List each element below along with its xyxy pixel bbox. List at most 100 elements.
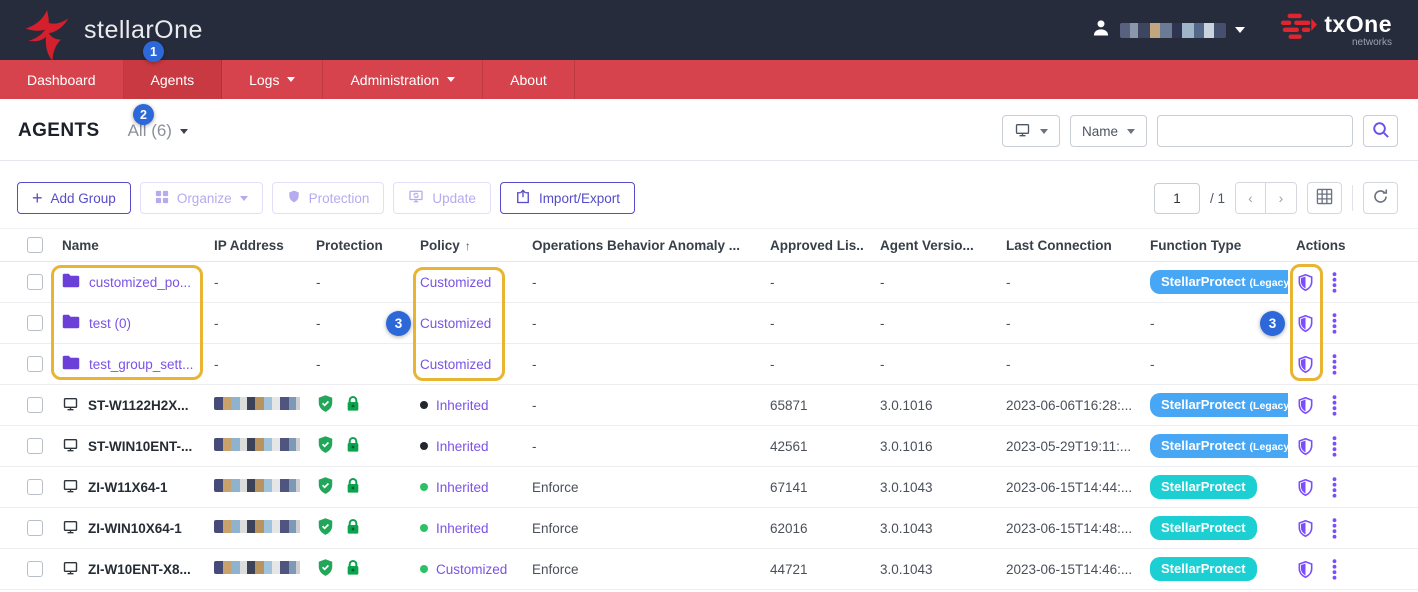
chevron-down-icon (180, 129, 188, 134)
agent-version-value: - (864, 316, 990, 331)
search-button[interactable] (1363, 115, 1398, 147)
chevron-down-icon (240, 196, 248, 201)
search-input[interactable] (1157, 115, 1353, 147)
shield-check-icon (316, 517, 335, 539)
user-account-menu[interactable] (1091, 18, 1245, 43)
page-title: AGENTS (18, 120, 100, 142)
select-all-checkbox[interactable] (27, 237, 43, 253)
protection-shield-action-icon[interactable] (1296, 560, 1315, 579)
more-options-menu-icon[interactable] (1332, 559, 1337, 580)
more-options-menu-icon[interactable] (1332, 313, 1337, 334)
agent-version-value: 3.0.1043 (864, 562, 990, 577)
protection-shield-action-icon[interactable] (1296, 314, 1315, 333)
protection-button[interactable]: Protection (272, 182, 385, 214)
policy-link[interactable]: Inherited (436, 521, 489, 536)
monitor-icon (1014, 122, 1031, 141)
agent-name-link[interactable]: test (0) (89, 316, 131, 331)
row-checkbox[interactable] (27, 479, 43, 495)
column-header-ip[interactable]: IP Address (198, 238, 300, 253)
monitor-icon (62, 396, 79, 415)
column-header-agent-version[interactable]: Agent Versio... (864, 238, 990, 253)
approved-list-value: - (754, 316, 864, 331)
lock-icon (345, 518, 361, 539)
update-button[interactable]: Update (393, 182, 491, 214)
function-type-badge: StellarProtect (1150, 557, 1257, 581)
agent-name-link[interactable]: ZI-W11X64-1 (88, 480, 168, 495)
policy-link[interactable]: Customized (420, 316, 491, 331)
ip-address-redacted (214, 397, 300, 410)
group-scope-dropdown[interactable]: All (6) (128, 121, 188, 141)
function-type-badge: StellarProtect (1150, 516, 1257, 540)
row-checkbox[interactable] (27, 397, 43, 413)
column-header-approved-list[interactable]: Approved Lis... (754, 238, 864, 253)
protection-shield-action-icon[interactable] (1296, 519, 1315, 538)
more-options-menu-icon[interactable] (1332, 477, 1337, 498)
table-row: ST-WIN10ENT-... - - Inherited - 42561 3.… (0, 426, 1418, 467)
operations-behavior-value: - (516, 439, 754, 454)
shield-icon (287, 189, 301, 207)
column-header-last-connection[interactable]: Last Connection (990, 238, 1134, 253)
ip-empty-value: - (214, 357, 219, 372)
row-checkbox[interactable] (27, 438, 43, 454)
agent-name-link[interactable]: ST-W1122H2X... (88, 398, 189, 413)
username-redacted (1120, 23, 1226, 38)
monitor-icon (62, 560, 79, 579)
shield-check-icon (316, 394, 335, 416)
agent-name-link[interactable]: test_group_sett... (89, 357, 193, 372)
agent-name-link[interactable]: customized_po... (89, 275, 191, 290)
policy-link[interactable]: Customized (420, 357, 491, 372)
protection-shield-action-icon[interactable] (1296, 355, 1315, 374)
more-options-menu-icon[interactable] (1332, 395, 1337, 416)
nav-tab-administration[interactable]: Administration (323, 60, 483, 99)
device-type-filter-button[interactable] (1002, 115, 1060, 147)
more-options-menu-icon[interactable] (1332, 354, 1337, 375)
protection-shield-action-icon[interactable] (1296, 273, 1315, 292)
agent-version-value: 3.0.1043 (864, 480, 990, 495)
column-header-name[interactable]: Name (48, 238, 198, 253)
column-header-oba[interactable]: Operations Behavior Anomaly ... (516, 238, 754, 253)
policy-link[interactable]: Inherited (436, 439, 489, 454)
more-options-menu-icon[interactable] (1332, 518, 1337, 539)
function-type-empty-value: - (1150, 357, 1155, 372)
policy-link[interactable]: Inherited (436, 480, 489, 495)
protection-shield-action-icon[interactable] (1296, 478, 1315, 497)
previous-page-button[interactable]: ‹ (1236, 183, 1266, 213)
toolbar-divider (1352, 185, 1353, 211)
stellarone-brand: stellarOne (22, 0, 203, 67)
sort-ascending-icon: ↑ (465, 239, 471, 253)
column-header-protection[interactable]: Protection (300, 238, 404, 253)
last-connection-value: 2023-06-06T16:28:... (990, 398, 1134, 413)
row-checkbox[interactable] (27, 356, 43, 372)
row-checkbox[interactable] (27, 315, 43, 331)
nav-tab-logs[interactable]: Logs (222, 60, 323, 99)
row-checkbox[interactable] (27, 520, 43, 536)
row-checkbox[interactable] (27, 561, 43, 577)
nav-tab-about[interactable]: About (483, 60, 575, 99)
protection-shield-action-icon[interactable] (1296, 437, 1315, 456)
main-navigation: Dashboard Agents Logs Administration Abo… (0, 60, 1418, 99)
refresh-button[interactable] (1363, 182, 1398, 214)
add-group-button[interactable]: + Add Group (17, 182, 131, 214)
policy-link[interactable]: Inherited (436, 398, 489, 413)
import-export-button[interactable]: Import/Export (500, 182, 635, 214)
row-checkbox[interactable] (27, 274, 43, 290)
column-settings-button[interactable] (1307, 182, 1342, 214)
agent-name-link[interactable]: ZI-W10ENT-X8... (88, 562, 191, 577)
policy-link[interactable]: Customized (420, 275, 491, 290)
column-header-function-type[interactable]: Function Type (1134, 238, 1288, 253)
table-row: ZI-W10ENT-X8... - - Customized Enforce 4… (0, 549, 1418, 590)
agent-name-link[interactable]: ST-WIN10ENT-... (88, 439, 192, 454)
policy-status-dot (420, 524, 428, 532)
next-page-button[interactable]: › (1266, 183, 1296, 213)
chevron-down-icon (287, 77, 295, 82)
page-number-input[interactable] (1154, 183, 1200, 214)
more-options-menu-icon[interactable] (1332, 272, 1337, 293)
agent-name-link[interactable]: ZI-WIN10X64-1 (88, 521, 182, 536)
more-options-menu-icon[interactable] (1332, 436, 1337, 457)
organize-button[interactable]: Organize (140, 182, 263, 214)
refresh-icon (1372, 188, 1389, 208)
policy-link[interactable]: Customized (436, 562, 507, 577)
protection-shield-action-icon[interactable] (1296, 396, 1315, 415)
search-field-selector[interactable]: Name (1070, 115, 1147, 147)
column-header-policy[interactable]: Policy↑ (404, 238, 516, 253)
